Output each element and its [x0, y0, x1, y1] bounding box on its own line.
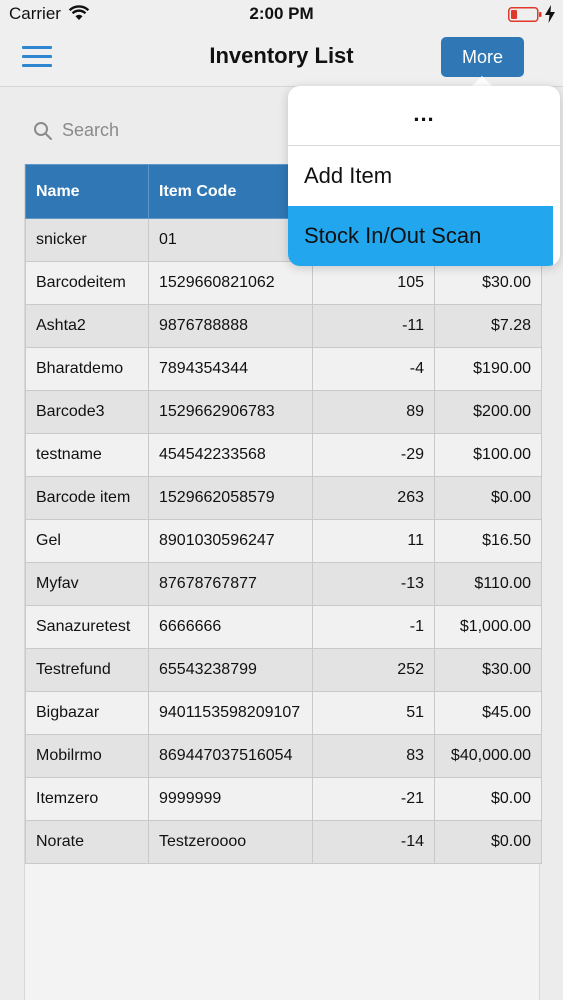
- cell-item-code: Testzeroooo: [148, 820, 313, 864]
- cell-price: $16.50: [434, 519, 542, 563]
- table-row[interactable]: Mobilrmo 869447037516054 83 $40,000.00: [25, 734, 542, 778]
- cell-price: $45.00: [434, 691, 542, 735]
- cell-price: $0.00: [434, 820, 542, 864]
- more-popover-menu: ... Add Item Stock In/Out Scan: [288, 86, 560, 266]
- cell-price: $100.00: [434, 433, 542, 477]
- cell-name: Norate: [25, 820, 149, 864]
- cell-name: Itemzero: [25, 777, 149, 821]
- cell-item-code: 1529660821062: [148, 261, 313, 305]
- search-input[interactable]: [62, 116, 282, 144]
- table-row[interactable]: Barcode item 1529662058579 263 $0.00: [25, 476, 542, 520]
- cell-price: $0.00: [434, 476, 542, 520]
- cell-item-code: 9401153598209107: [148, 691, 313, 735]
- cell-name: testname: [25, 433, 149, 477]
- cell-item-code: 8901030596247: [148, 519, 313, 563]
- column-header-name[interactable]: Name: [25, 164, 149, 219]
- cell-quantity: 263: [312, 476, 435, 520]
- table-row[interactable]: Barcodeitem 1529660821062 105 $30.00: [25, 261, 542, 305]
- cell-quantity: 105: [312, 261, 435, 305]
- cell-item-code: 7894354344: [148, 347, 313, 391]
- cell-price: $0.00: [434, 777, 542, 821]
- search-icon: [34, 122, 52, 140]
- table-row[interactable]: Sanazuretest 6666666 -1 $1,000.00: [25, 605, 542, 649]
- cell-quantity: -29: [312, 433, 435, 477]
- cell-item-code: 454542233568: [148, 433, 313, 477]
- cell-item-code: 869447037516054: [148, 734, 313, 778]
- cell-item-code: 9876788888: [148, 304, 313, 348]
- cell-price: $1,000.00: [434, 605, 542, 649]
- cell-item-code: 9999999: [148, 777, 313, 821]
- cell-quantity: -13: [312, 562, 435, 606]
- cell-name: snicker: [25, 218, 149, 262]
- cell-price: $110.00: [434, 562, 542, 606]
- cell-price: $7.28: [434, 304, 542, 348]
- cell-name: Barcode3: [25, 390, 149, 434]
- cell-item-code: 1529662906783: [148, 390, 313, 434]
- cell-quantity: -21: [312, 777, 435, 821]
- cell-price: $40,000.00: [434, 734, 542, 778]
- cell-quantity: 89: [312, 390, 435, 434]
- cell-price: $30.00: [434, 648, 542, 692]
- status-bar: Carrier 2:00 PM: [0, 0, 563, 30]
- popover-header: ...: [288, 86, 560, 146]
- table-row[interactable]: Bigbazar 9401153598209107 51 $45.00: [25, 691, 542, 735]
- cell-name: Mobilrmo: [25, 734, 149, 778]
- cell-name: Gel: [25, 519, 149, 563]
- cell-name: Ashta2: [25, 304, 149, 348]
- cell-item-code: 6666666: [148, 605, 313, 649]
- cell-item-code: 1529662058579: [148, 476, 313, 520]
- battery-icon: [508, 7, 542, 22]
- table-row[interactable]: Itemzero 9999999 -21 $0.00: [25, 777, 542, 821]
- table-row[interactable]: testname 454542233568 -29 $100.00: [25, 433, 542, 477]
- cell-name: Barcode item: [25, 476, 149, 520]
- cell-quantity: -14: [312, 820, 435, 864]
- charging-bolt-icon: [545, 5, 555, 23]
- table-row[interactable]: Gel 8901030596247 11 $16.50: [25, 519, 542, 563]
- table-row[interactable]: Bharatdemo 7894354344 -4 $190.00: [25, 347, 542, 391]
- cell-quantity: 11: [312, 519, 435, 563]
- stock-in-out-scan-menu-item[interactable]: Stock In/Out Scan: [288, 206, 553, 266]
- cell-quantity: 51: [312, 691, 435, 735]
- cell-item-code: 87678767877: [148, 562, 313, 606]
- cell-quantity: 83: [312, 734, 435, 778]
- status-time: 2:00 PM: [249, 4, 314, 23]
- table-body: snicker 01 Barcodeitem 1529660821062 105 $30.…: [25, 218, 542, 864]
- cell-name: Barcodeitem: [25, 261, 149, 305]
- add-item-menu-item[interactable]: Add Item: [288, 146, 560, 206]
- table-row[interactable]: Ashta2 9876788888 -11 $7.28: [25, 304, 542, 348]
- table-row[interactable]: Myfav 87678767877 -13 $110.00: [25, 562, 542, 606]
- inventory-table: Name Item Code snicker 01 Barcodeitem 15296…: [25, 164, 542, 864]
- cell-quantity: -11: [312, 304, 435, 348]
- cell-quantity: 252: [312, 648, 435, 692]
- cell-name: Bharatdemo: [25, 347, 149, 391]
- cell-name: Sanazuretest: [25, 605, 149, 649]
- cell-item-code: 65543238799: [148, 648, 313, 692]
- cell-quantity: -4: [312, 347, 435, 391]
- cell-name: Bigbazar: [25, 691, 149, 735]
- more-button[interactable]: More: [441, 37, 524, 77]
- inventory-table-container[interactable]: Name Item Code snicker 01 Barcodeitem 15296…: [24, 164, 542, 1000]
- cell-price: $200.00: [434, 390, 542, 434]
- hamburger-menu-icon[interactable]: [22, 46, 54, 68]
- cell-quantity: -1: [312, 605, 435, 649]
- table-row[interactable]: Testrefund 65543238799 252 $30.00: [25, 648, 542, 692]
- table-row[interactable]: Barcode3 1529662906783 89 $200.00: [25, 390, 542, 434]
- table-row[interactable]: Norate Testzeroooo -14 $0.00: [25, 820, 542, 864]
- cell-price: $30.00: [434, 261, 542, 305]
- cell-price: $190.00: [434, 347, 542, 391]
- cell-name: Testrefund: [25, 648, 149, 692]
- search-bar[interactable]: [24, 110, 294, 150]
- cell-name: Myfav: [25, 562, 149, 606]
